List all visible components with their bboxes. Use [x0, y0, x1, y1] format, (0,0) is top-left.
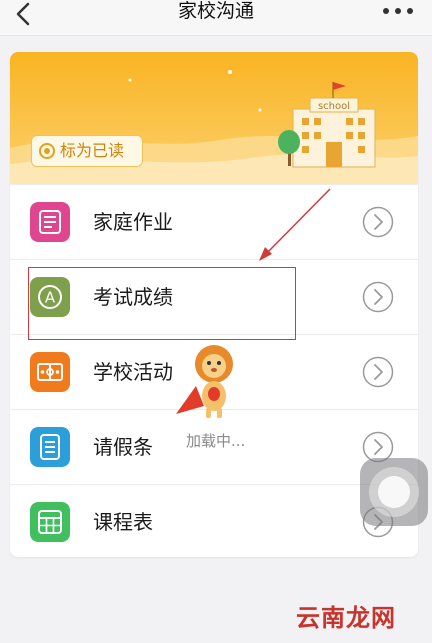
- annotation-highlight-box: [28, 267, 296, 340]
- menu-item-timetable[interactable]: 课程表: [10, 484, 418, 557]
- school-banner: school 标为已读: [10, 52, 418, 184]
- menu-item-label: 家庭作业: [93, 210, 173, 234]
- menu-item-label: 请假条: [93, 435, 153, 459]
- leave-note-icon: [30, 427, 70, 467]
- mark-as-read-button[interactable]: 标为已读: [31, 135, 143, 167]
- page-title: 家校沟通: [177, 0, 254, 22]
- assistive-touch-button[interactable]: [360, 458, 428, 526]
- mark-read-label: 标为已读: [60, 141, 125, 160]
- chevron-right-icon: [362, 206, 394, 238]
- chevron-right-icon: [362, 356, 394, 388]
- menu-item-homework[interactable]: 家庭作业: [10, 184, 418, 259]
- more-dots-icon[interactable]: [382, 6, 414, 16]
- mark-read-icon: [39, 143, 55, 159]
- menu-item-label: 学校活动: [93, 360, 173, 384]
- watermark-logo: 云南龙网: [296, 603, 396, 632]
- top-nav-bar: 家校沟通: [0, 0, 432, 36]
- timetable-grid-icon: [30, 502, 70, 542]
- activity-field-icon: [30, 352, 70, 392]
- loading-text: 加载中...: [186, 432, 246, 450]
- menu-item-label: 课程表: [93, 510, 153, 534]
- homework-doc-icon: [30, 202, 70, 242]
- chevron-right-icon: [362, 281, 394, 313]
- loading-lion-icon: [176, 345, 233, 418]
- school-sign: school: [318, 101, 350, 112]
